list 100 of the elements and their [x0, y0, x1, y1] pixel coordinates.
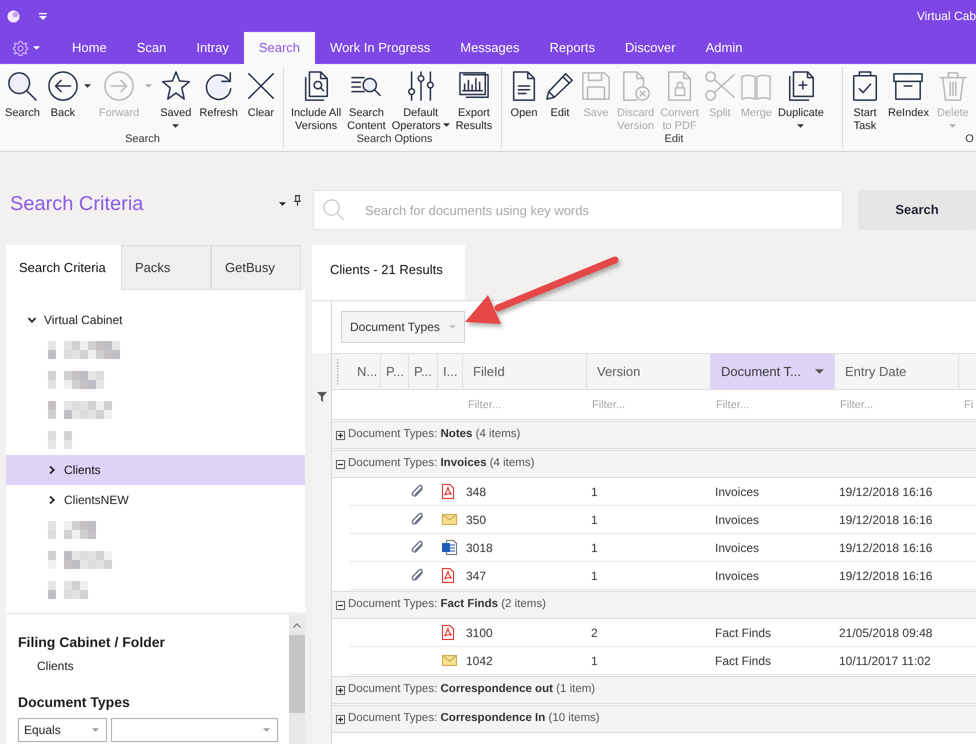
ribbon-button[interactable]: Saved — [157, 67, 194, 131]
ribbon-button[interactable]: Default Operators — [388, 67, 453, 131]
section-heading: Filing Cabinet / Folder — [18, 633, 166, 652]
ribbon-button[interactable]: Back — [44, 67, 94, 131]
plus-box-icon[interactable] — [336, 430, 345, 440]
ribbon-group-label: Search — [125, 132, 160, 148]
column-header[interactable]: I... — [438, 354, 463, 389]
right-arrow-circle-icon — [104, 71, 134, 101]
ribbon-button[interactable]: Search — [2, 67, 43, 131]
group-row[interactable]: Document Types: Correspondence out (1 item) — [332, 676, 976, 704]
chevron-right-icon[interactable] — [48, 496, 56, 504]
sliders-icon — [406, 71, 436, 101]
caret-icon — [448, 325, 456, 329]
filter-field[interactable]: Filter... — [711, 390, 835, 419]
ribbon-button[interactable]: Include All Versions — [288, 67, 344, 131]
scissors-icon — [704, 71, 735, 101]
search-field[interactable]: Search for documents using key words — [313, 190, 843, 230]
filter-field[interactable]: Filter... — [835, 390, 959, 419]
group-row[interactable]: Document Types: Notes (4 items) — [332, 421, 976, 449]
table-cell-text: 347 — [465, 568, 488, 584]
ribbon-button[interactable]: Open — [506, 67, 542, 131]
group-row[interactable]: Document Types: Correspondence In (10 items) — [332, 705, 976, 733]
group-label: Document Types: Invoices (4 items) — [348, 456, 534, 472]
menu-tab[interactable]: Search — [244, 32, 316, 64]
column-header[interactable]: Entry Date — [835, 354, 959, 389]
menu-tab[interactable]: Intray — [181, 32, 244, 64]
ribbon-button[interactable]: Start Task — [847, 67, 883, 131]
chevron-up-icon[interactable] — [293, 623, 301, 628]
caret-icon — [172, 124, 180, 128]
results-tab[interactable]: Clients - 21 Results — [312, 245, 465, 300]
table-cell-text: 1 — [590, 568, 599, 584]
table-cell-text: Fact Finds — [714, 624, 772, 642]
table-cell-text: 10/11/2017 11:02 — [838, 652, 932, 670]
ribbon-button[interactable]: Search Content — [344, 67, 389, 131]
table-cell-text: Invoices — [714, 512, 760, 528]
archive-box-icon — [893, 71, 924, 101]
group-row[interactable]: Document Types: Fact Finds (2 items) — [332, 591, 976, 619]
left-arrow-circle-icon — [48, 71, 78, 101]
plus-box-icon[interactable] — [336, 714, 345, 724]
menu-tab[interactable]: Discover — [610, 32, 691, 64]
menu-tab[interactable]: Work In Progress — [315, 32, 446, 64]
group-label: Document Types: Fact Finds (2 items) — [348, 597, 546, 612]
menu-tab[interactable]: Scan — [122, 32, 182, 64]
panel-tab[interactable]: Search Criteria — [6, 245, 121, 290]
pencil-icon — [545, 71, 575, 101]
menu-tab[interactable]: Messages — [445, 32, 534, 64]
group-label: Document Types: Notes (4 items) — [348, 427, 520, 442]
value-dropdown[interactable] — [111, 718, 278, 742]
pixelated-text — [48, 341, 120, 359]
menu-tab[interactable]: Home — [57, 32, 122, 64]
ribbon-button[interactable]: Duplicate — [775, 67, 827, 131]
filter-icon[interactable] — [316, 392, 326, 402]
menu-tab[interactable]: Admin — [690, 32, 758, 64]
ribbon-button[interactable]: Edit — [542, 67, 578, 131]
trash-icon — [938, 71, 968, 101]
filter-field[interactable]: Fi — [959, 390, 976, 419]
table-cell-text: Invoices — [714, 540, 760, 556]
panel-tab[interactable]: GetBusy — [211, 245, 301, 290]
caret-icon — [84, 84, 91, 88]
filter-field[interactable]: Filter... — [587, 390, 711, 419]
table-cell-text: Invoices — [714, 568, 760, 584]
settings-icon[interactable] — [12, 40, 29, 56]
column-header[interactable]: P... — [381, 354, 409, 389]
chevron-down-icon[interactable] — [28, 316, 36, 324]
column-header[interactable]: P... — [409, 354, 438, 389]
caret-icon — [92, 728, 99, 732]
tree-item[interactable]: ClientsNEW — [6, 485, 135, 515]
tree-item[interactable]: Virtual Cabinet — [6, 305, 128, 335]
operator-dropdown[interactable]: Equals — [18, 718, 107, 742]
caret-icon — [263, 728, 270, 732]
dropdown-caret-icon[interactable] — [39, 12, 47, 20]
column-header[interactable]: N... — [352, 354, 381, 389]
filter-field[interactable]: Filter... — [463, 390, 587, 419]
table-cell-text: 1 — [590, 652, 599, 670]
panel-tab[interactable]: Packs — [121, 245, 211, 290]
chevron-right-icon[interactable] — [48, 466, 56, 474]
search-icon — [323, 199, 344, 220]
scrollbar[interactable] — [289, 615, 305, 744]
caret-icon — [815, 369, 824, 374]
folder-value: Clients — [36, 658, 75, 674]
group-by-chip[interactable]: Document Types — [341, 311, 465, 343]
pin-icon[interactable] — [294, 194, 301, 206]
ribbon-button[interactable]: ReIndex — [885, 67, 932, 131]
column-header[interactable]: Document T... — [711, 354, 835, 389]
search-button[interactable]: Search — [858, 190, 976, 230]
table-cell-text: 350 — [465, 512, 488, 528]
scrollbar-thumb[interactable] — [289, 635, 305, 713]
ribbon-button[interactable]: Clear — [242, 67, 279, 131]
group-row[interactable]: Document Types: Invoices (4 items) — [332, 450, 976, 478]
minus-box-icon[interactable] — [336, 460, 345, 468]
table-cell-text: 2 — [590, 624, 599, 642]
ribbon-button[interactable]: Refresh — [196, 67, 241, 131]
column-header[interactable]: FileId — [463, 354, 587, 389]
menu-tab[interactable]: Reports — [534, 32, 610, 64]
tree-item[interactable]: Clients — [6, 455, 305, 485]
plus-box-icon[interactable] — [336, 686, 345, 694]
ribbon-button[interactable]: Export Results — [452, 67, 496, 131]
section-heading: Document Types — [18, 693, 131, 712]
pixelated-text — [48, 551, 112, 569]
minus-box-icon[interactable] — [336, 600, 345, 610]
